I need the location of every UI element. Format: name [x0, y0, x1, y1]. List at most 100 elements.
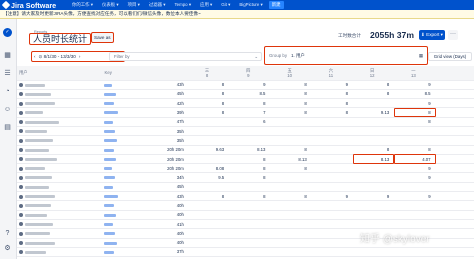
hours-cell[interactable]: 8 [229, 163, 271, 174]
hours-cell[interactable]: 8 [187, 107, 230, 118]
user-cell[interactable] [17, 126, 103, 137]
hours-cell[interactable]: 8 [270, 98, 312, 109]
hours-cell[interactable]: 8 [394, 117, 436, 128]
table-row[interactable]: 42h 8 8 8 8 9 [17, 98, 474, 109]
table-row[interactable]: 39h 8 7 8 8 9.13 8 [17, 107, 474, 118]
key-cell[interactable] [102, 228, 147, 239]
hours-cell[interactable] [270, 172, 312, 183]
user-cell[interactable] [17, 107, 103, 118]
hours-cell[interactable] [270, 126, 312, 137]
user-cell[interactable] [17, 247, 103, 258]
user-cell[interactable] [17, 219, 103, 230]
hours-cell[interactable] [394, 247, 436, 258]
hours-cell[interactable]: 8 [270, 191, 312, 202]
hours-cell[interactable]: 9 [394, 80, 436, 90]
column-key[interactable]: Key [102, 66, 147, 81]
user-cell[interactable] [17, 210, 103, 220]
user-cell[interactable] [17, 200, 103, 211]
hours-cell[interactable]: 8 [187, 191, 230, 202]
hours-cell[interactable] [394, 200, 436, 211]
hours-cell[interactable]: 6 [229, 117, 271, 128]
hours-cell[interactable] [394, 182, 436, 193]
hours-cell[interactable]: 8 [270, 89, 312, 100]
key-cell[interactable] [102, 200, 147, 211]
hours-cell[interactable]: 9.13 [353, 107, 395, 118]
column-day[interactable]: 六 11 [311, 66, 354, 81]
hours-cell[interactable] [353, 210, 395, 220]
hours-cell[interactable]: 8.5 [394, 89, 436, 100]
table-row[interactable]: 40h [17, 200, 474, 211]
hours-cell[interactable] [353, 172, 395, 183]
table-row[interactable]: 20h 20m 8 8.13 8.13 4.07 [17, 154, 474, 165]
hours-cell[interactable]: 9.5 [187, 172, 230, 183]
hours-cell[interactable] [353, 182, 395, 193]
column-day[interactable]: 四9 [229, 66, 271, 81]
hours-cell[interactable]: 8 [187, 80, 230, 90]
hours-cell[interactable] [270, 117, 312, 128]
hours-cell[interactable]: 7 [229, 107, 271, 118]
hours-cell[interactable]: 8.5 [229, 89, 271, 100]
hours-cell[interactable]: 9 [311, 80, 354, 90]
hours-cell[interactable]: 8 [311, 89, 354, 100]
table-row[interactable]: 37h [17, 247, 474, 258]
table-row[interactable]: 43h 8 8 8 9 9 9 [17, 191, 474, 202]
key-cell[interactable] [102, 191, 147, 202]
key-cell[interactable] [102, 172, 147, 183]
hours-cell[interactable] [187, 210, 230, 220]
hours-cell[interactable]: 8 [394, 107, 436, 118]
hours-cell[interactable] [353, 219, 395, 230]
hours-cell[interactable] [311, 238, 354, 248]
table-row[interactable]: 41h [17, 219, 474, 230]
hours-cell[interactable] [353, 126, 395, 137]
hours-cell[interactable] [187, 238, 230, 248]
hours-cell[interactable] [229, 210, 271, 220]
hours-cell[interactable] [270, 182, 312, 193]
hours-cell[interactable] [311, 219, 354, 230]
prev-period-icon[interactable]: ‹ [34, 54, 36, 59]
hours-cell[interactable]: 9 [394, 98, 436, 109]
table-row[interactable]: 40h [17, 210, 474, 220]
hours-cell[interactable] [187, 135, 230, 146]
hours-cell[interactable] [353, 117, 395, 128]
menu-your-work[interactable]: 你的工作 ▾ [72, 2, 93, 8]
hours-cell[interactable]: 9 [311, 191, 354, 202]
key-cell[interactable] [102, 98, 147, 109]
hours-cell[interactable] [353, 163, 395, 174]
key-cell[interactable] [102, 182, 147, 193]
menu-git[interactable]: Git ▾ [221, 2, 230, 8]
key-cell[interactable] [102, 238, 147, 248]
hours-cell[interactable]: 9.63 [187, 145, 230, 155]
hours-cell[interactable] [394, 219, 436, 230]
table-row[interactable]: 34h 9.5 8 9 [17, 172, 474, 183]
key-cell[interactable] [102, 117, 147, 128]
grid-view-dropdown[interactable]: Grid view (Days) [428, 52, 472, 61]
hours-cell[interactable] [187, 126, 230, 137]
hours-cell[interactable] [311, 247, 354, 258]
hours-cell[interactable] [270, 135, 312, 146]
table-row[interactable]: 45h 8 8.5 8 8 8 8.5 [17, 89, 474, 100]
hours-cell[interactable] [311, 117, 354, 128]
create-button[interactable]: 新建 [268, 1, 284, 9]
hours-cell[interactable] [229, 200, 271, 211]
key-cell[interactable] [102, 145, 147, 155]
hours-cell[interactable]: 8.13 [270, 154, 312, 165]
next-period-icon[interactable]: › [79, 54, 81, 59]
key-cell[interactable] [102, 89, 147, 100]
key-cell[interactable] [102, 154, 147, 165]
hours-cell[interactable]: 8 [311, 98, 354, 109]
key-cell[interactable] [102, 80, 147, 90]
plan-icon[interactable]: ◔ [3, 87, 12, 96]
hours-cell[interactable] [311, 126, 354, 137]
save-as-button[interactable]: Save as [91, 32, 114, 43]
hours-cell[interactable] [270, 200, 312, 211]
hours-cell[interactable] [311, 172, 354, 183]
hours-cell[interactable] [270, 228, 312, 239]
hours-cell[interactable]: 9 [394, 172, 436, 183]
column-day[interactable]: 三8 [187, 66, 230, 81]
key-cell[interactable] [102, 135, 147, 146]
hours-cell[interactable] [187, 154, 230, 165]
table-row[interactable]: 20h 20m 8.08 8 8 9 [17, 163, 474, 174]
hours-cell[interactable]: 8 [270, 145, 312, 155]
hours-cell[interactable]: 8 [353, 80, 395, 90]
hours-cell[interactable] [353, 135, 395, 146]
